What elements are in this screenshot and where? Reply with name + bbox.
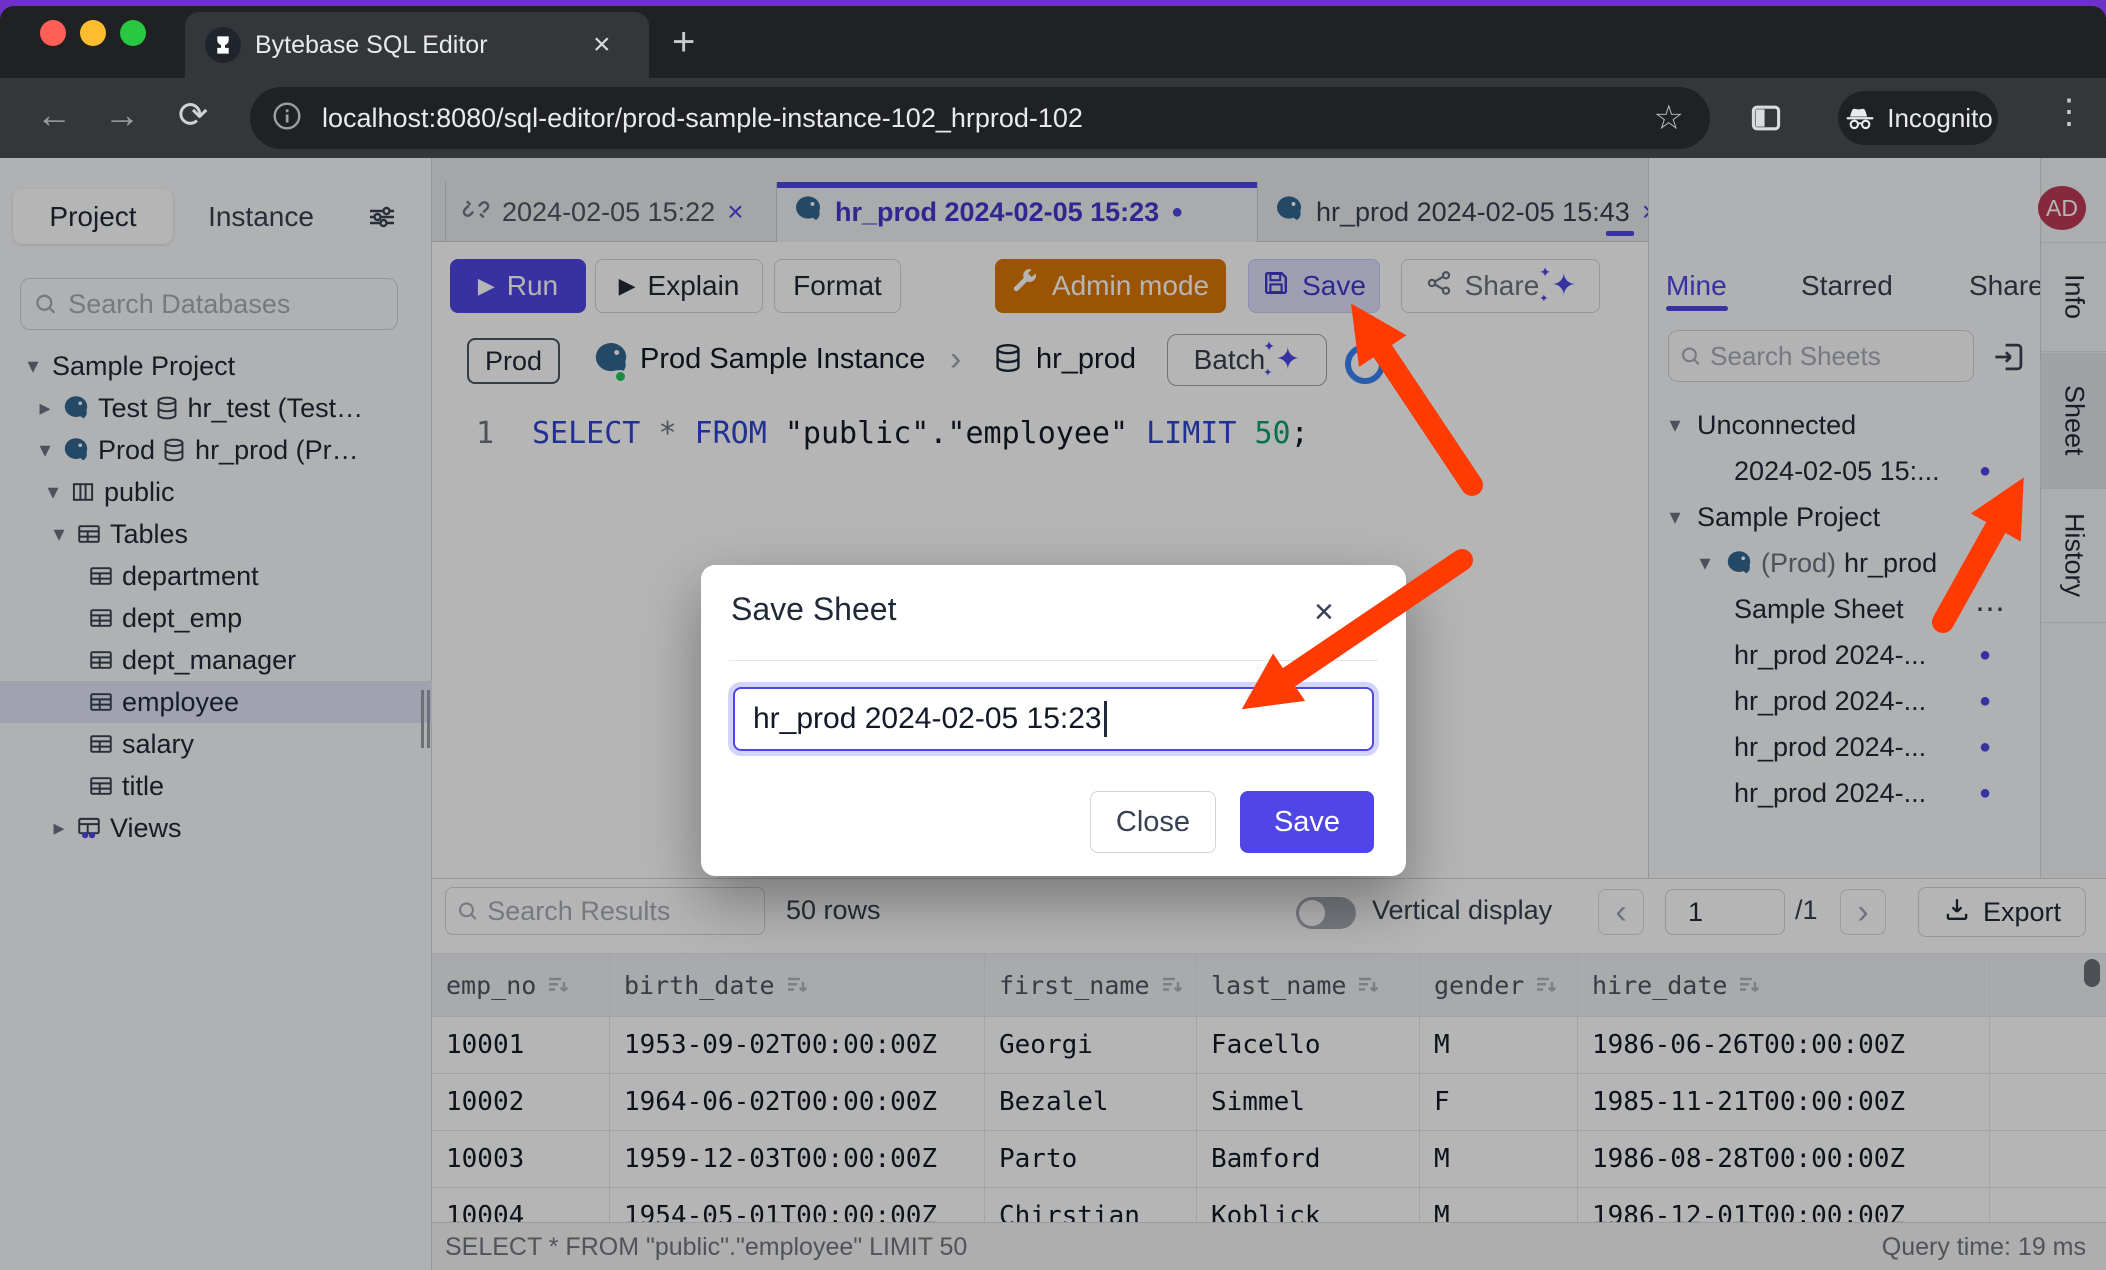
dialog-close-button[interactable]: Close xyxy=(1090,791,1216,853)
browser-tab-close-icon[interactable]: × xyxy=(593,28,611,62)
incognito-icon xyxy=(1843,103,1877,133)
divider xyxy=(729,660,1378,661)
incognito-label: Incognito xyxy=(1887,103,1993,134)
new-tab-button[interactable]: + xyxy=(672,26,695,58)
back-icon[interactable]: ← xyxy=(36,94,72,136)
url-text: localhost:8080/sql-editor/prod-sample-in… xyxy=(322,103,1654,134)
save-sheet-dialog: Save Sheet × hr_prod 2024-02-05 15:23 Cl… xyxy=(701,565,1406,876)
incognito-badge: Incognito xyxy=(1838,91,1998,145)
reload-icon[interactable]: ⟳ xyxy=(178,94,208,136)
browser-tab-title: Bytebase SQL Editor xyxy=(255,31,488,60)
bookmark-star-icon[interactable]: ☆ xyxy=(1654,98,1684,138)
browser-tab-strip: Bytebase SQL Editor × + xyxy=(0,6,2106,78)
bytebase-favicon-icon xyxy=(205,27,241,63)
traffic-light-close[interactable] xyxy=(40,20,66,46)
url-bar[interactable]: localhost:8080/sql-editor/prod-sample-in… xyxy=(250,87,1710,149)
sheet-name-input[interactable]: hr_prod 2024-02-05 15:23 xyxy=(733,687,1374,751)
traffic-light-zoom[interactable] xyxy=(120,20,146,46)
forward-icon[interactable]: → xyxy=(104,94,140,136)
dialog-title: Save Sheet xyxy=(731,591,896,628)
dialog-save-button[interactable]: Save xyxy=(1240,791,1374,853)
browser-tab[interactable]: Bytebase SQL Editor × xyxy=(185,12,649,78)
text-cursor xyxy=(1104,701,1107,737)
site-info-icon[interactable] xyxy=(272,101,302,136)
browser-menu-icon[interactable]: ⋮ xyxy=(2052,92,2086,132)
close-icon[interactable]: × xyxy=(1314,593,1334,632)
side-panel-icon[interactable] xyxy=(1748,100,1784,141)
browser-toolbar: ← → ⟳ localhost:8080/sql-editor/prod-sam… xyxy=(0,78,2106,158)
traffic-light-minimize[interactable] xyxy=(80,20,106,46)
